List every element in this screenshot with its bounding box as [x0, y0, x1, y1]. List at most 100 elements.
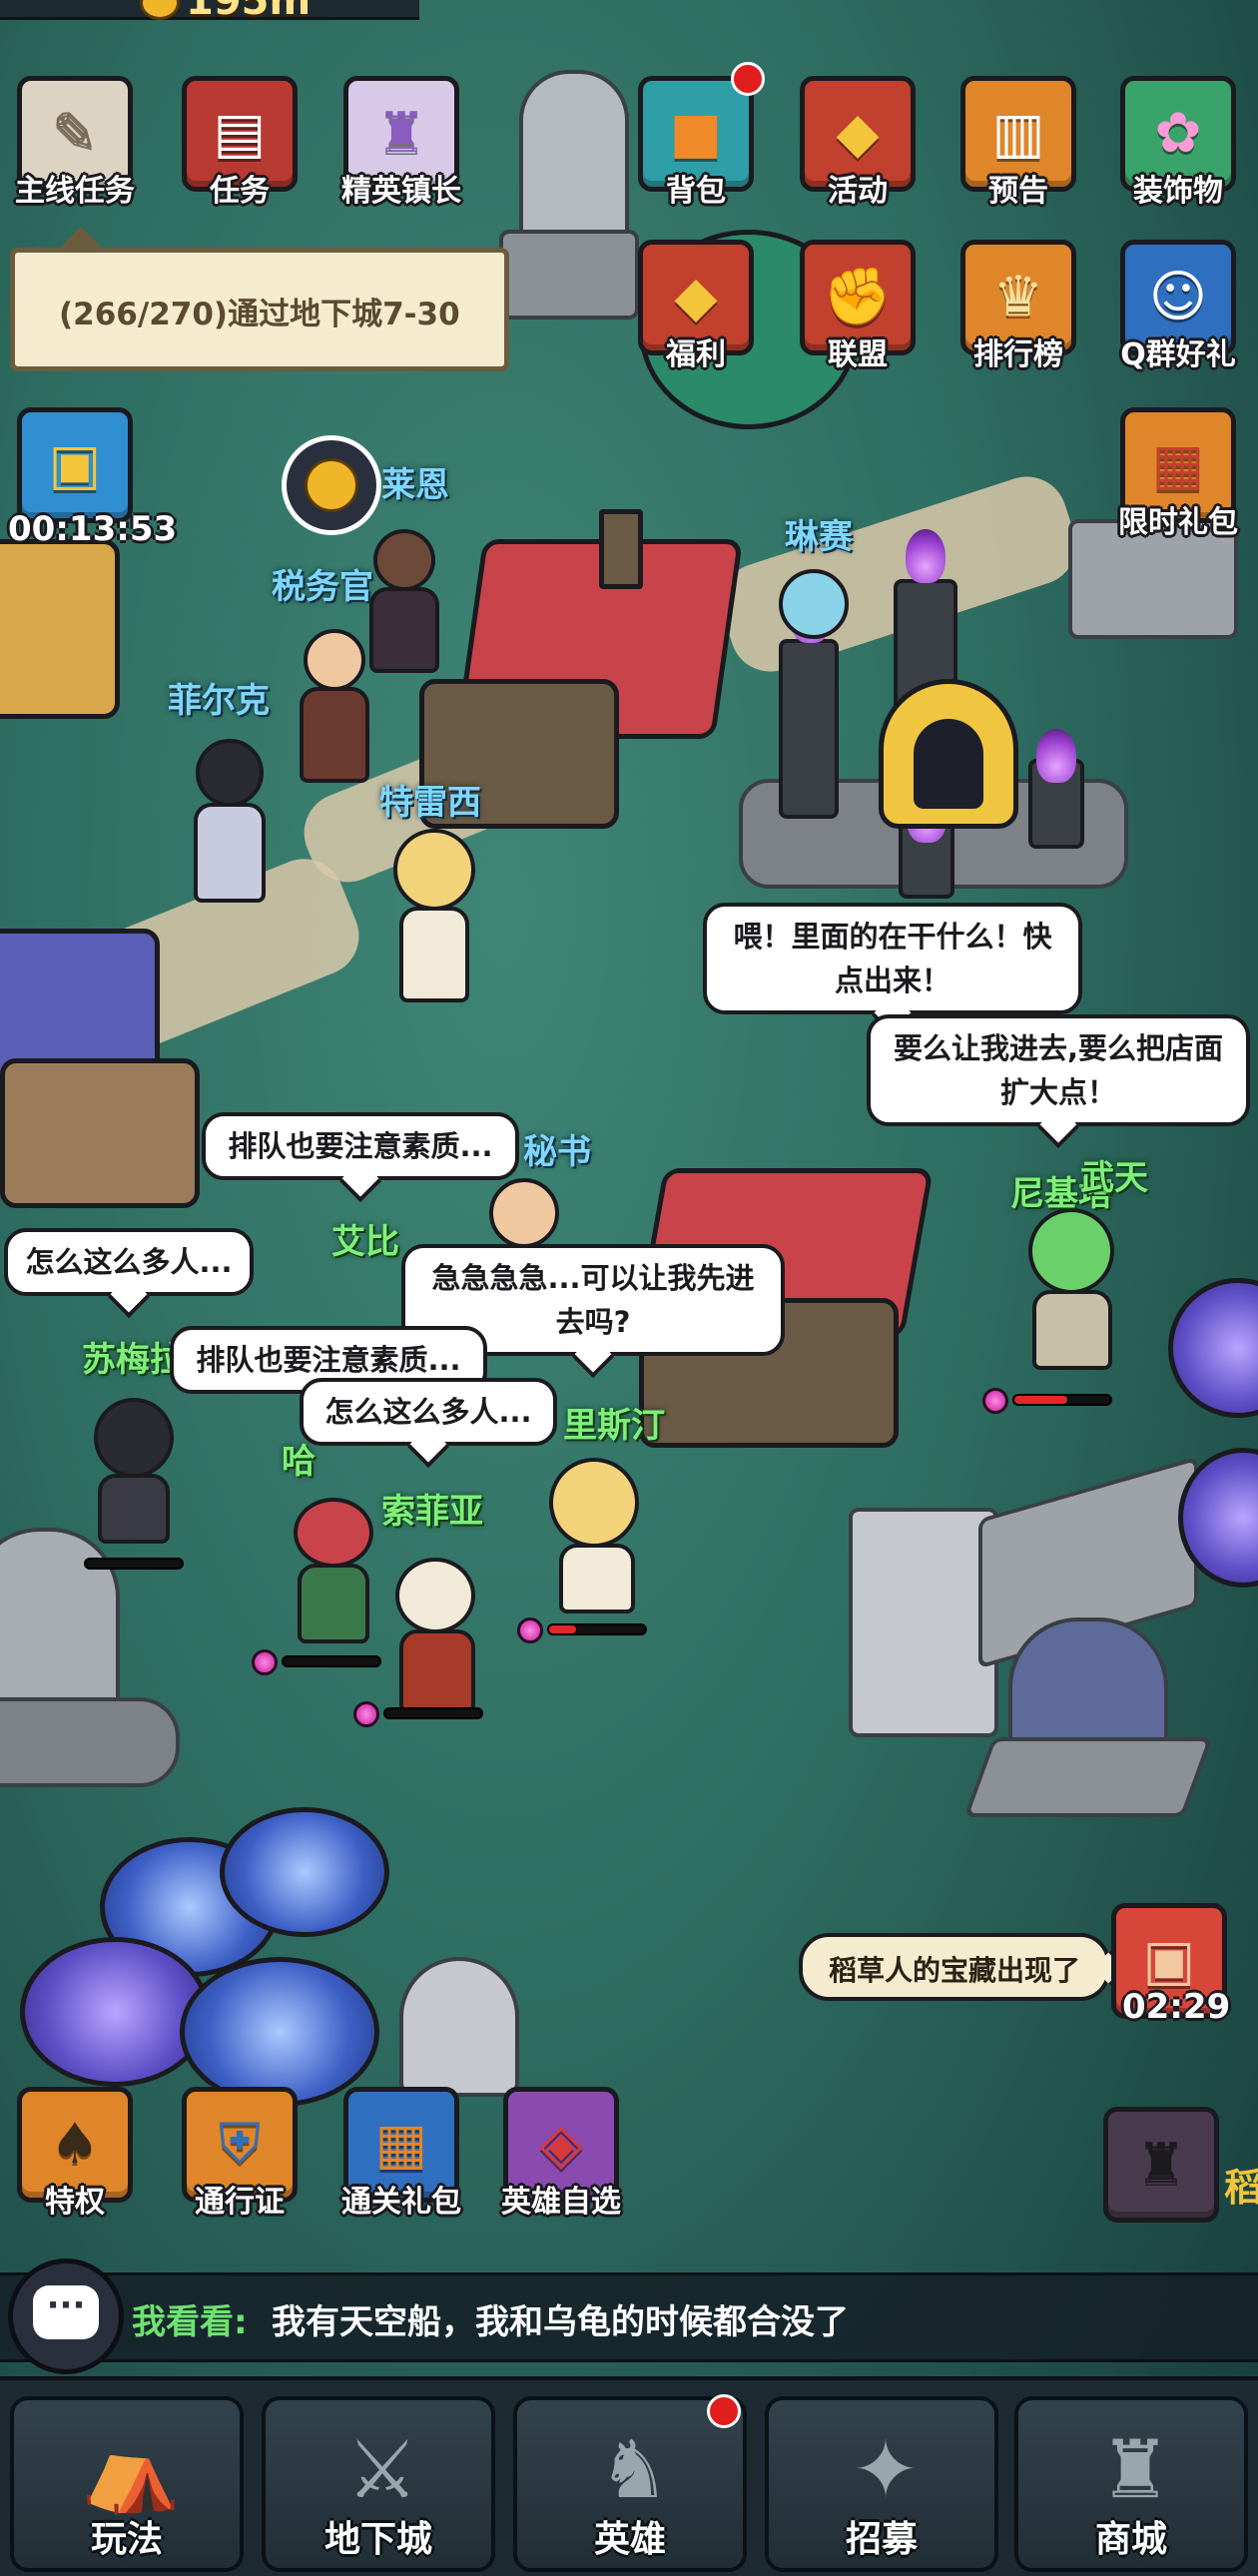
backpack-button[interactable]: ■ 背包	[631, 76, 761, 210]
leaderboard-button[interactable]: ♛ 排行榜	[953, 240, 1083, 373]
character-body	[298, 1564, 369, 1643]
elite-mayor-button[interactable]: ♜ 精英镇长	[336, 76, 466, 210]
speech-bubble: 要么让我进去,要么把店面扩大点！	[867, 1014, 1250, 1126]
castle-step	[963, 1737, 1213, 1817]
notification-dot	[731, 62, 765, 96]
character-head	[373, 529, 435, 591]
character-head	[1028, 1208, 1114, 1294]
task-button[interactable]: ▤ 任务	[175, 76, 305, 210]
npc-label-wu-tian: 武天	[1080, 1158, 1148, 1198]
character-bearded[interactable]	[280, 1498, 389, 1647]
angel-statue	[399, 1957, 519, 2097]
alliance-button[interactable]: ✊ 联盟	[793, 240, 923, 373]
speech-bubble: 怎么这么多人...	[300, 1378, 557, 1446]
treasure-notice[interactable]: 稻草人的宝藏出现了	[799, 1933, 1111, 2001]
treasure-chest-icon: ▣	[17, 407, 133, 523]
preview-button[interactable]: ▥ 预告	[953, 76, 1083, 210]
npc-label-suo-fei-ya: 索菲亚	[381, 1492, 483, 1532]
chat-sender: 我看看:	[132, 2302, 248, 2342]
character-body	[194, 803, 266, 903]
character-body	[559, 1544, 635, 1613]
main-quest-button[interactable]: ✎ 主线任务	[10, 76, 140, 210]
character-lin-sai[interactable]	[769, 569, 859, 709]
nav-dungeon[interactable]: ⚔ 地下城	[262, 2396, 495, 2572]
npc-label-li-si-ting: 里斯汀	[563, 1406, 665, 1446]
activity-button[interactable]: ◆ 活动	[793, 76, 923, 210]
npc-label-lin-sai: 琳赛	[785, 517, 853, 557]
statue-pedestal	[499, 230, 639, 320]
dungeon-icon: ⚔	[346, 2423, 418, 2516]
npc-label-ai-bi: 艾比	[331, 1222, 399, 1262]
castle-tower	[849, 1508, 998, 1737]
hero-select-button[interactable]: ◈ 英雄自选	[496, 2087, 626, 2221]
game-scene[interactable]: 195m ✎ 主线任务 ▤ 任务 ♜ 精英镇长 (266/270)通过地下城7-…	[0, 0, 1258, 2576]
hero-helmet-icon: ♞	[598, 2423, 670, 2516]
character-body	[98, 1474, 170, 1544]
pass-button[interactable]: ⛨ 通行证	[175, 2087, 305, 2221]
welfare-button[interactable]: ◆ 福利	[631, 240, 761, 373]
tax-coin-marker-icon[interactable]	[282, 435, 381, 535]
side-text: 稻	[1224, 2166, 1258, 2210]
character-head	[395, 1558, 475, 1633]
recruit-icon: ✦	[852, 2423, 920, 2516]
nav-shop[interactable]: ♜ 商城	[1014, 2396, 1248, 2572]
character-body	[399, 907, 469, 1002]
speech-bubble: 怎么这么多人...	[4, 1228, 254, 1296]
qq-gift-button[interactable]: ☺ Q群好礼	[1113, 240, 1243, 373]
character-head	[294, 1498, 373, 1568]
chat-message: 我有天空船，我和乌龟的时候都合没了	[272, 2302, 849, 2342]
blue-flower-tree	[220, 1807, 389, 1937]
decoration-button[interactable]: ✿ 装饰物	[1113, 76, 1243, 210]
notification-dot	[707, 2394, 741, 2428]
house-roof	[0, 539, 120, 719]
character-head	[489, 1178, 559, 1248]
ghost-face	[914, 719, 983, 809]
limited-gift-button[interactable]: ▦ 限时礼包	[1113, 407, 1243, 541]
health-bar	[84, 1558, 184, 1570]
character-head	[549, 1458, 639, 1548]
privilege-button[interactable]: ♠ 特权	[10, 2087, 140, 2221]
gameplay-tent-icon: ⛺	[81, 2423, 181, 2516]
currency-amount: 195m	[186, 0, 312, 24]
pink-gem-icon	[982, 1388, 1008, 1414]
chest-timer-button[interactable]: ▣	[10, 407, 140, 523]
shop-castle-icon: ♜	[1099, 2423, 1171, 2516]
character-head	[779, 569, 849, 639]
blue-flower-tree	[20, 1937, 210, 2087]
npc-label-te-lei-xi: 特雷西	[379, 783, 481, 823]
pink-gem-icon	[517, 1617, 543, 1643]
character-body	[300, 687, 369, 783]
clear-gift-button[interactable]: ▦ 通关礼包	[336, 2087, 466, 2221]
castle-tower-icon: ♜	[1103, 2107, 1219, 2223]
purple-flame	[1036, 729, 1076, 783]
nav-recruit[interactable]: ✦ 招募	[765, 2396, 998, 2572]
character-fei-er-ke[interactable]	[290, 629, 379, 789]
quest-tooltip[interactable]: (266/270)通过地下城7-30	[10, 227, 509, 371]
nav-gameplay[interactable]: ⛺ 玩法	[10, 2396, 244, 2572]
npc-label-laien: 莱恩	[381, 465, 449, 505]
tower-button[interactable]: ♜	[1096, 2107, 1226, 2223]
chimney	[599, 509, 643, 589]
character-head	[393, 829, 475, 911]
gold-coin-icon	[305, 458, 358, 512]
chat-button[interactable]: ···	[8, 2258, 124, 2374]
character-te-lei-xi[interactable]	[379, 829, 489, 1008]
house-wall	[0, 1058, 200, 1208]
npc-label-fei-er-ke: 菲尔克	[168, 681, 270, 721]
health-bar	[547, 1623, 647, 1635]
health-bar	[1012, 1394, 1112, 1406]
character-head	[94, 1398, 174, 1478]
character-body	[369, 587, 439, 673]
chest-timer: 00:13:53	[8, 509, 178, 549]
character-body	[399, 1629, 475, 1713]
castle-gate	[1008, 1617, 1168, 1757]
character-villager[interactable]	[180, 739, 280, 909]
character-hooded[interactable]	[80, 1398, 190, 1548]
statue-base	[0, 1697, 180, 1787]
blue-flower-tree	[1168, 1278, 1258, 1418]
npc-label-secretary: 秘书	[523, 1132, 591, 1172]
character-blonde-archer[interactable]	[529, 1458, 669, 1617]
character-ni-ji-ta[interactable]	[1008, 1208, 1138, 1378]
character-head	[304, 629, 365, 691]
character-suo-fei-ya[interactable]	[379, 1558, 499, 1717]
